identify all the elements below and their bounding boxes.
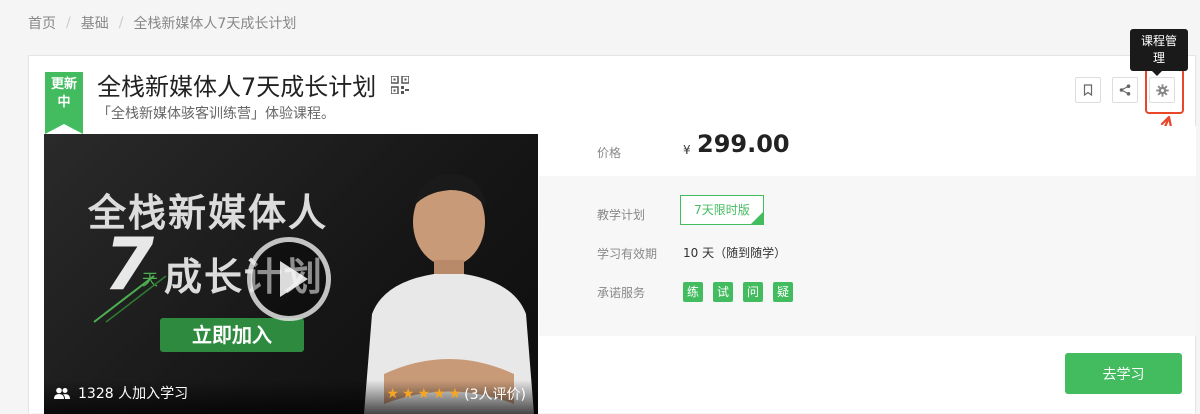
service-tag: 试 (713, 282, 733, 302)
annotation-highlight-box (1145, 68, 1184, 114)
cover-join-badge: 立即加入 (160, 318, 304, 352)
price-value: 299.00 (697, 130, 790, 158)
service-label: 承诺服务 (597, 286, 646, 300)
price-section: 价格 ¥ 299.00 (539, 126, 1196, 176)
breadcrumb-home[interactable]: 首页 (28, 13, 56, 33)
status-ribbon: 更新中 (45, 72, 83, 134)
star-icon: ★ (417, 386, 431, 402)
validity-label: 学习有效期 (597, 247, 658, 261)
validity-value: 10 天（随到随学） (683, 246, 787, 260)
course-info: 教学计划 7天限时版 学习有效期 10 天（随到随学） 承诺服务 练 试 问 疑 (539, 176, 1196, 336)
course-subtitle: 「全栈新媒体骇客训练营」体验课程。 (97, 106, 335, 122)
start-learning-button[interactable]: 去学习 (1065, 353, 1182, 394)
star-icon: ★ (433, 386, 446, 402)
breadcrumb: 首页 / 基础 / 全栈新媒体人7天成长计划 (28, 13, 296, 33)
breadcrumb-separator: / (118, 15, 124, 31)
star-icon: ★ (401, 386, 415, 402)
service-tag: 疑 (773, 282, 793, 302)
course-card: 更新中 全栈新媒体人7天成长计划 「全栈新媒体骇客训练营」体验课程。 课程管理 … (28, 29, 1196, 414)
star-icon: ★ (448, 386, 462, 402)
bookmark-icon (1083, 84, 1093, 96)
course-title: 全栈新媒体人7天成长计划 (97, 73, 377, 101)
price-currency: ¥ (683, 143, 691, 157)
instructor-photo (364, 173, 534, 414)
rating-count: (3人评价) (464, 387, 526, 403)
student-count-text: 1328 人加入学习 (78, 386, 189, 402)
users-icon (54, 387, 70, 399)
share-icon (1119, 84, 1131, 96)
course-cover[interactable]: 全栈新媒体人 7 天 成长计划 立即加入 1328 人加入学习 (44, 134, 538, 414)
course-rating: ★ ★ ★ ★ ★ (3人评价) (386, 384, 526, 404)
student-count: 1328 人加入学习 (54, 383, 188, 403)
breadcrumb-current: 全栈新媒体人7天成长计划 (133, 16, 297, 32)
price-label: 价格 (597, 146, 622, 160)
breadcrumb-separator: / (66, 15, 71, 31)
plan-label: 教学计划 (597, 208, 646, 222)
service-tag: 问 (743, 282, 763, 302)
share-button[interactable] (1112, 77, 1138, 103)
plan-option[interactable]: 7天限时版 (680, 195, 764, 225)
bookmark-button[interactable] (1075, 77, 1101, 103)
manage-tooltip: 课程管理 (1130, 29, 1188, 76)
qr-code-icon[interactable] (391, 76, 409, 94)
star-icon: ★ (386, 386, 399, 402)
service-tags: 练 试 问 疑 (683, 282, 793, 302)
service-tag: 练 (683, 282, 703, 302)
breadcrumb-category[interactable]: 基础 (81, 13, 109, 33)
cover-decoration (93, 275, 167, 323)
status-ribbon-text: 更新中 (51, 77, 78, 110)
play-button[interactable] (247, 237, 331, 321)
